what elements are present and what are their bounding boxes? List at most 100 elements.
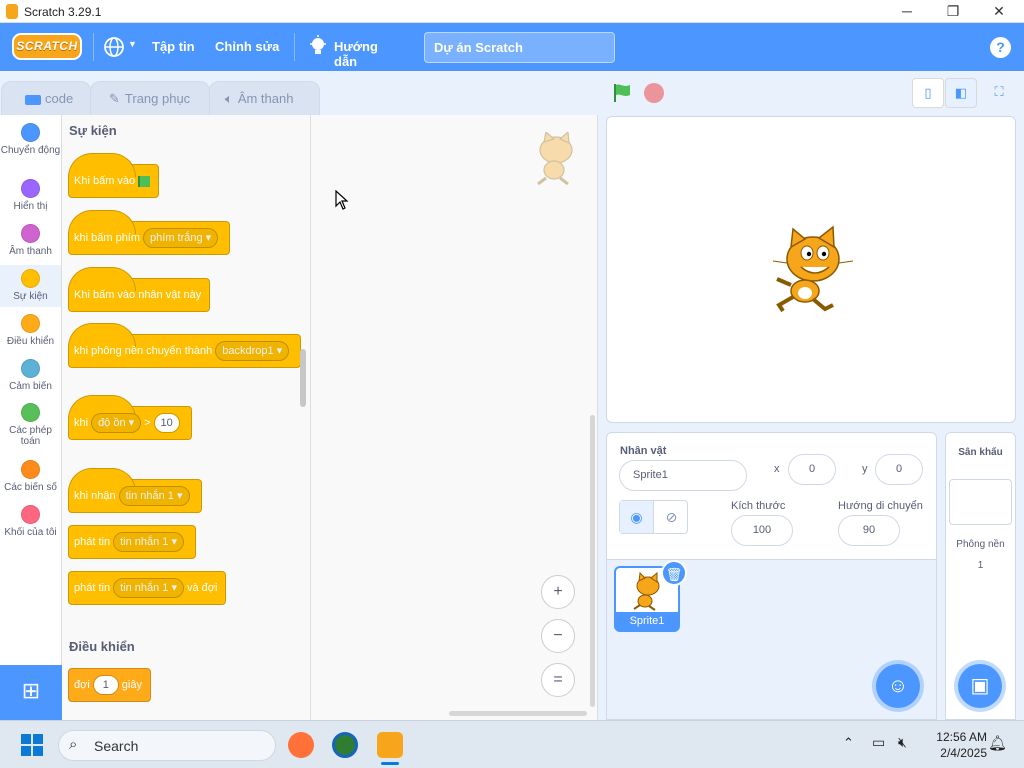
scratch-app-icon [6,4,18,19]
image-add-icon: ▣ [970,675,990,697]
display-icon[interactable]: ▭ [872,734,885,751]
zoom-out-button[interactable]: − [541,619,575,653]
eye-slash-icon: ⊘ [665,509,678,525]
zoom-reset-icon: = [553,671,563,688]
chevron-down-icon: ▼ [128,39,137,49]
category-label: Chuyển động [0,145,61,156]
block-when-key-pressed[interactable]: khi bấm phím phím trắng ▾ [68,210,231,255]
block-broadcast[interactable]: phát tin tin nhắn 1 ▾ [68,525,196,559]
block-when-sprite-clicked[interactable]: Khi bấm vào nhân vật này [68,267,211,312]
block-label: đợi [74,679,90,691]
network-app-icon[interactable] [332,732,358,758]
add-sprite-button[interactable]: ☺ [876,664,920,708]
tab-sounds[interactable]: 🔈︎ Âm thanh [209,81,320,116]
sprite-name-input[interactable]: Sprite1 [619,460,747,491]
backdrop-dropdown[interactable]: backdrop1 ▾ [215,341,290,362]
tab-code-label: code [45,91,74,106]
category-sound[interactable]: Âm thanh [0,224,61,257]
category-dot-icon [21,224,40,243]
firefox-icon[interactable] [288,732,314,758]
threshold-input[interactable]: 10 [153,413,180,434]
events-section-title: Sự kiện [69,123,117,138]
menu-divider [294,33,295,61]
add-extension-button[interactable]: ⊞ [0,665,62,720]
palette-scrollbar[interactable] [300,349,306,407]
backdrop-thumbnail[interactable] [949,479,1012,525]
category-looks[interactable]: Hiển thị [0,179,61,212]
language-menu[interactable]: ▼ [103,36,137,58]
tab-sounds-label: Âm thanh [237,91,294,106]
block-label: Khi bấm vào [74,175,136,187]
scratch-taskbar-icon[interactable] [377,732,403,758]
green-flag-icon[interactable] [612,83,632,103]
sprite-label: Nhân vật [620,445,667,457]
wait-seconds-input[interactable]: 1 [92,675,119,696]
tab-code[interactable]: code [1,81,91,116]
direction-input[interactable]: 90 [838,515,900,546]
stage-canvas[interactable] [606,116,1016,423]
category-label: Khối của tôi [4,527,57,538]
fullscreen-button[interactable]: ⛶ [983,78,1015,108]
x-input[interactable]: 0 [788,454,836,485]
category-dot-icon [21,403,40,422]
volume-muted-icon[interactable]: 🔇︎ [898,734,907,751]
broadcast-wait-dropdown[interactable]: tin nhắn 1 ▾ [113,578,184,599]
tab-costumes[interactable]: ✎ Trang phục [90,81,210,116]
menu-bar: SCRATCH ▼ Tập tin Chỉnh sửa Hướng dẫn Dự… [0,23,1024,71]
scratch-logo[interactable]: SCRATCH [12,33,82,60]
category-control[interactable]: Điều khiển [0,314,61,347]
block-broadcast-and-wait[interactable]: phát tin tin nhắn 1 ▾ và đợi [68,571,227,605]
y-label: y [862,463,868,475]
hide-button[interactable]: ⊘ [655,501,688,533]
globe-icon [104,37,124,57]
dropdown-value: backdrop1 [222,345,274,358]
chevron-up-icon[interactable]: ⌃ [843,735,854,751]
backdrops-count: 1 [977,560,984,571]
zoom-reset-button[interactable]: = [541,663,575,697]
category-operators[interactable]: Các phép toán [0,403,61,447]
size-input[interactable]: 100 [731,515,793,546]
category-sensing[interactable]: Cảm biến [0,359,61,392]
stop-icon[interactable] [644,83,664,103]
block-when-receive[interactable]: khi nhận tin nhắn 1 ▾ [68,468,202,513]
block-when-greater-than[interactable]: khi độ ồn ▾ >10 [68,395,192,440]
file-menu[interactable]: Tập tin [152,39,195,54]
broadcast-dropdown[interactable]: tin nhắn 1 ▾ [113,532,184,553]
add-backdrop-button[interactable]: ▣ [958,664,1002,708]
category-dot-icon [21,460,40,479]
project-title-input[interactable]: Dự án Scratch [424,32,615,63]
key-dropdown[interactable]: phím trắng ▾ [143,228,219,249]
loudness-dropdown[interactable]: độ ồn ▾ [91,413,142,434]
windows-start-icon[interactable] [21,734,43,756]
category-my-blocks[interactable]: Khối của tôi [0,505,61,538]
zoom-in-button[interactable]: + [541,575,575,609]
category-menu: Chuyển động Hiển thị Âm thanh Sự kiện Đi… [0,115,62,720]
taskbar-clock[interactable]: 12:56 AM 2/4/2025 [925,729,987,761]
block-when-backdrop-switches[interactable]: khi phông nền chuyển thành backdrop1 ▾ [68,323,302,368]
maximize-button[interactable]: ❐ [930,0,976,23]
delete-sprite-icon[interactable]: 🗑︎ [661,560,687,586]
help-icon[interactable]: ? [990,37,1011,58]
show-button[interactable]: ◉ [620,501,654,533]
close-button[interactable]: ✕ [976,0,1022,23]
workspace-horizontal-scrollbar[interactable] [449,711,587,716]
y-input[interactable]: 0 [875,454,923,485]
cat-sprite[interactable] [767,225,857,317]
category-events[interactable]: Sự kiện [0,265,61,307]
block-when-flag-clicked[interactable]: Khi bấm vào [68,153,160,198]
category-variables[interactable]: Các biến số [0,460,61,493]
minimize-button[interactable]: ─ [884,0,930,23]
edit-menu[interactable]: Chỉnh sửa [215,39,279,54]
message-dropdown[interactable]: tin nhắn 1 ▾ [118,486,190,507]
small-stage-button[interactable]: ▯ [912,78,944,108]
category-motion[interactable]: Chuyển động [0,123,61,156]
notification-bell-icon[interactable]: 🔔︎ [988,734,1007,752]
block-wait[interactable]: đợi 1 giây [68,668,151,702]
workspace-vertical-scrollbar[interactable] [590,415,595,707]
small-stage-icon: ▯ [924,85,932,100]
green-flag-icon [138,175,151,187]
normal-stage-button[interactable]: ◧ [945,78,977,108]
taskbar-search-box[interactable]: ⌕ Search [58,730,276,761]
tutorials-menu[interactable]: Hướng dẫn [309,35,404,69]
search-icon: ⌕ [69,736,78,753]
